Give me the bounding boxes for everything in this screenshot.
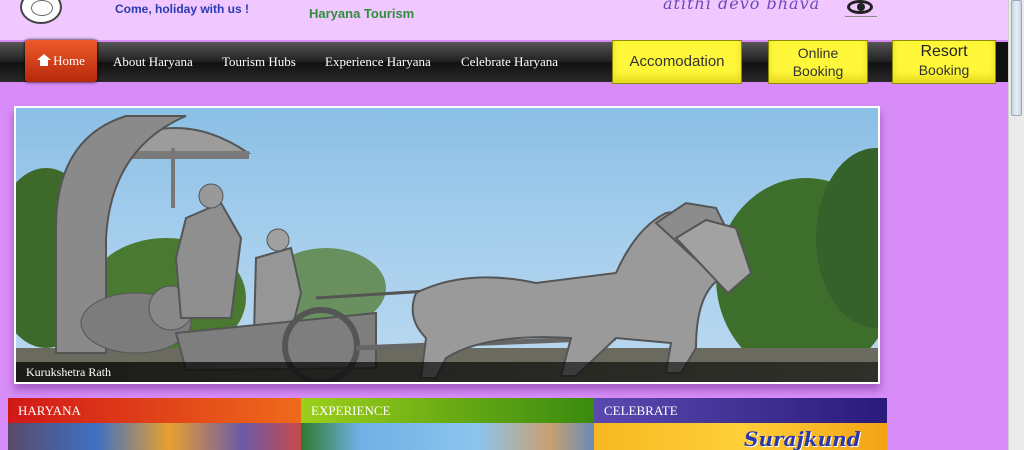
nav-about-haryana[interactable]: About Haryana [113, 42, 193, 82]
haryana-panel-image [8, 423, 301, 450]
scrollbar-thumb[interactable] [1011, 0, 1022, 116]
nav-end-cap [996, 42, 1008, 82]
vertical-scrollbar[interactable] [1008, 0, 1024, 450]
online-booking-label-line2: Booking [792, 63, 844, 79]
celebrate-panel-image: Surajkund [594, 423, 887, 450]
haryana-emblem-logo[interactable] [20, 0, 62, 24]
site-tagline: Come, holiday with us ! [115, 2, 250, 16]
celebrate-panel-title: CELEBRATE [594, 398, 887, 423]
kurukshetra-rath-illustration [16, 115, 878, 382]
online-booking-label-line1: Online [797, 45, 839, 61]
resort-booking-label-line1: Resort [920, 43, 968, 60]
site-header: Come, holiday with us ! Haryana Tourism … [0, 0, 1008, 40]
experience-panel-title: EXPERIENCE [301, 398, 594, 423]
online-booking-button[interactable]: Online Booking [768, 40, 868, 84]
nav-home-label: Home [53, 53, 85, 68]
hero-banner-image[interactable]: Kurukshetra Rath [14, 106, 880, 384]
nav-celebrate-haryana[interactable]: Celebrate Haryana [461, 42, 558, 82]
resort-booking-label-line2: Booking [918, 62, 970, 78]
home-icon [37, 54, 52, 66]
haryana-panel-title: HARYANA [8, 398, 301, 423]
incredible-india-motto: atithi devo bhava [663, 0, 821, 13]
eye-logo-icon [843, 0, 879, 22]
site-brand-name: Haryana Tourism [309, 6, 415, 21]
accomodation-button[interactable]: Accomodation [612, 40, 742, 84]
banner-caption: Kurukshetra Rath [16, 362, 878, 382]
experience-panel[interactable]: EXPERIENCE [301, 398, 594, 450]
haryana-panel[interactable]: HARYANA [8, 398, 301, 450]
nav-home-link[interactable]: Home [25, 40, 97, 82]
celebrate-panel[interactable]: CELEBRATE Surajkund [594, 398, 887, 450]
accomodation-label: Accomodation [629, 53, 725, 70]
resort-booking-button[interactable]: Resort Booking [892, 40, 996, 84]
nav-tourism-hubs[interactable]: Tourism Hubs [222, 42, 296, 82]
main-navigation: Home About Haryana Tourism Hubs Experien… [0, 40, 1008, 84]
surajkund-logo-text: Surajkund [744, 427, 861, 450]
experience-panel-image [301, 423, 594, 450]
nav-experience-haryana[interactable]: Experience Haryana [325, 42, 431, 82]
